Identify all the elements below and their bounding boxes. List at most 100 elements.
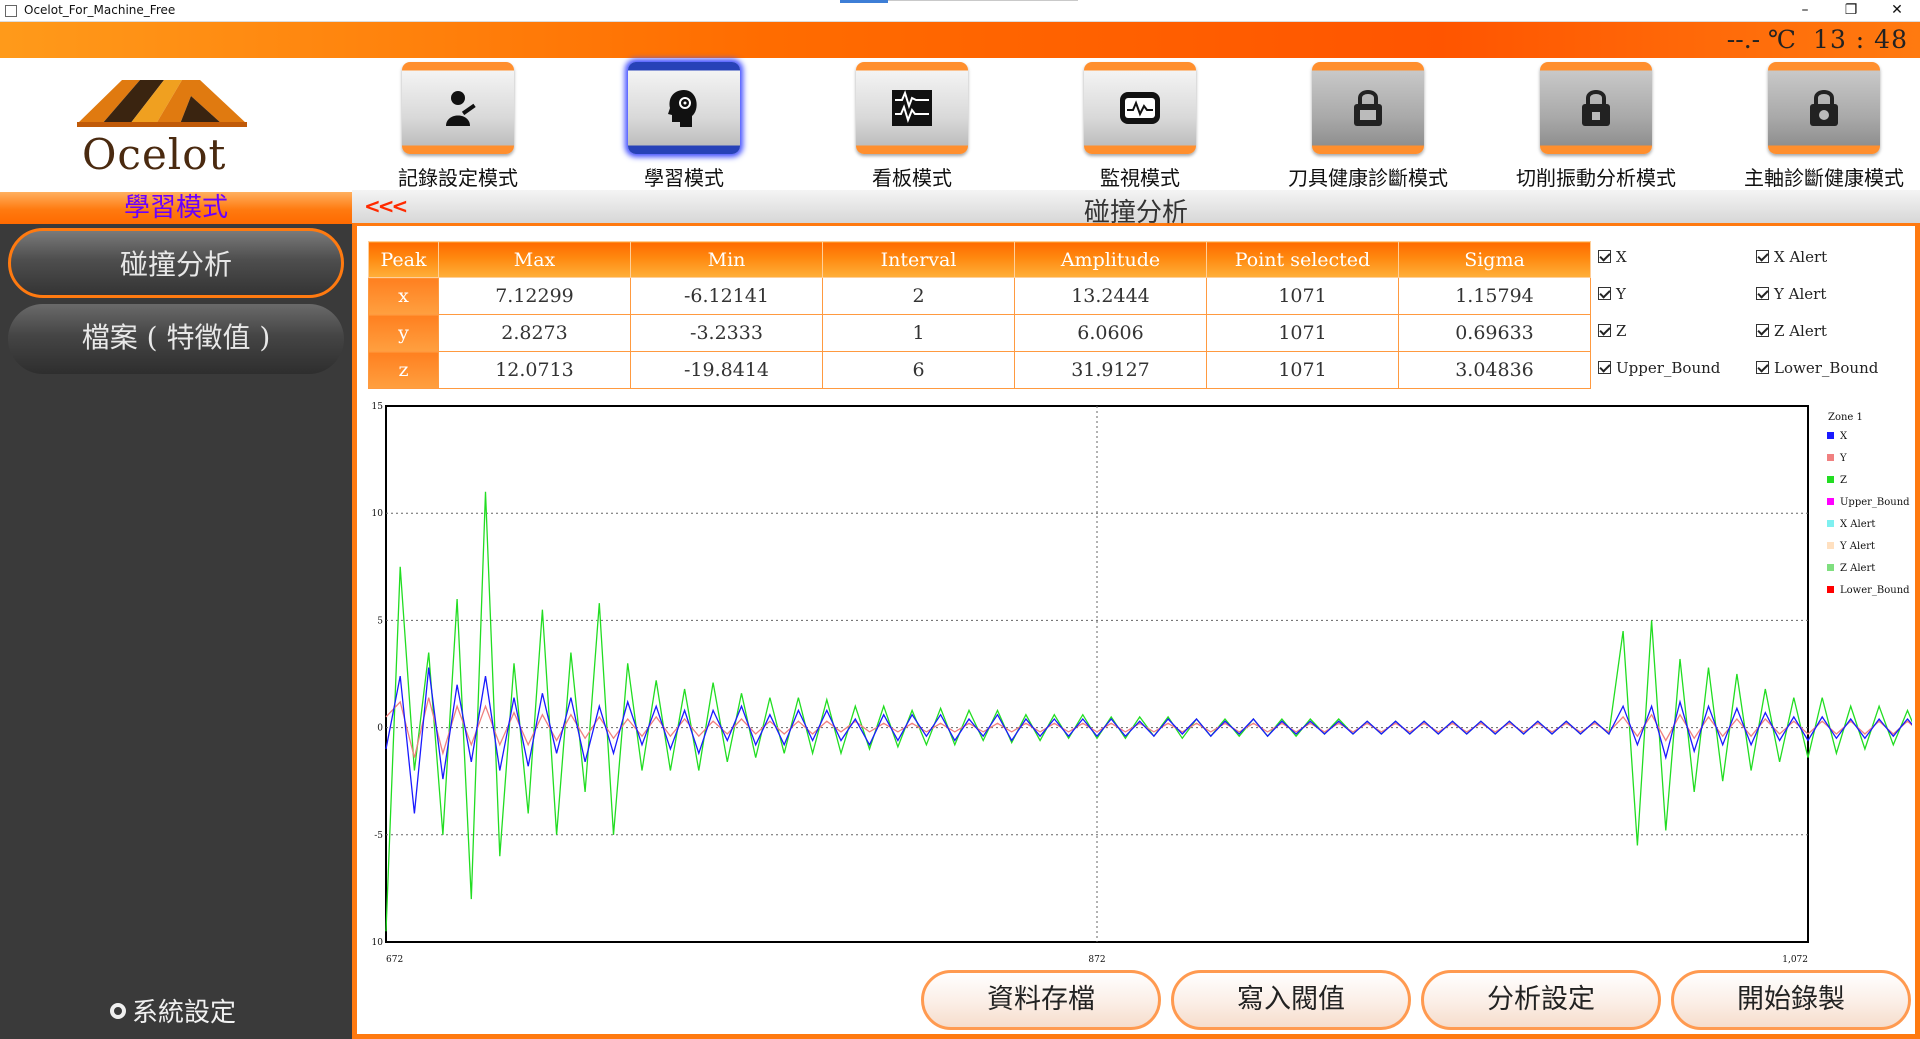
person-wrench-icon	[446, 91, 476, 126]
checkbox-upper-bound[interactable]: Upper_Bound	[1598, 359, 1720, 377]
legend-label: Z	[1840, 475, 1847, 486]
table-cell: -19.8414	[630, 351, 823, 389]
checkbox-x-alert[interactable]: X Alert	[1756, 248, 1827, 266]
table-cell: 1.15794	[1398, 277, 1591, 315]
mode-spindle-health[interactable]: 主軸診斷健康模式	[1726, 62, 1920, 191]
table-cell: 12.0713	[438, 351, 631, 389]
legend-swatch	[1827, 520, 1834, 527]
column-header: Sigma	[1398, 241, 1591, 278]
mode-monitor[interactable]: 監視模式	[1042, 62, 1238, 191]
table-cell: 2.8273	[438, 314, 631, 352]
left-sidebar: 碰撞分析 檔案 ( 特徵值 ) 系統設定	[0, 224, 352, 1039]
system-settings-button[interactable]: 系統設定	[110, 992, 236, 1029]
table-cell: 7.12299	[438, 277, 631, 315]
status-bar: --.- ℃ 13 : 48	[0, 22, 1920, 58]
x-tick-label: 872	[1088, 955, 1105, 965]
write-threshold-button[interactable]: 寫入閥值	[1171, 970, 1411, 1030]
checkbox-y[interactable]: Y	[1598, 285, 1626, 303]
checkbox-checked-icon	[1756, 361, 1769, 374]
active-mode-title: 學習模式	[123, 193, 228, 223]
checkbox-checked-icon	[1756, 324, 1769, 337]
mode-dashboard[interactable]: 看板模式	[814, 62, 1010, 191]
legend-label: Y Alert	[1839, 541, 1875, 552]
mode-learning[interactable]: 學習模式	[586, 62, 782, 191]
vibration-line-chart: 15 10 5 0 -5 -10672 872 1,072 Zone 1 XYZ Upper_Bou…	[372, 402, 1912, 965]
section-title: 碰撞分析	[1083, 198, 1188, 228]
gear-icon	[110, 1003, 126, 1019]
checkbox-z[interactable]: Z	[1598, 322, 1626, 340]
temperature-readout: --.- ℃	[1726, 25, 1796, 54]
table-cell: 1071	[1206, 277, 1399, 315]
mode-tool-health[interactable]: 刀具健康診斷模式	[1270, 62, 1466, 191]
x-tick-label: 1,072	[1782, 955, 1808, 965]
nav-feature-files[interactable]: 檔案 ( 特徵值 )	[8, 304, 344, 374]
checkbox-checked-icon	[1598, 361, 1611, 374]
checkbox-z-alert[interactable]: Z Alert	[1756, 322, 1827, 340]
tool-health-icon	[1354, 90, 1382, 126]
mode-vibration-analysis[interactable]: 切削振動分析模式	[1498, 62, 1694, 191]
legend-label: Y	[1839, 453, 1847, 464]
app-icon	[5, 5, 17, 17]
checkbox-checked-icon	[1756, 250, 1769, 263]
checkbox-x[interactable]: X	[1598, 248, 1627, 266]
table-cell: 3.04836	[1398, 351, 1591, 389]
legend-swatch	[1827, 454, 1834, 461]
mode-toolbar: 記錄設定模式 學習模式 看板模式 監視模式 刀具健康診斷模式 切削振動分析模式 …	[360, 62, 1920, 192]
legend-label: X	[1840, 431, 1848, 442]
y-tick-label: 15	[372, 402, 383, 412]
legend-swatch	[1827, 476, 1834, 483]
column-header: Amplitude	[1014, 241, 1207, 278]
minimize-button[interactable]: –	[1782, 0, 1828, 22]
close-button[interactable]: ✕	[1874, 0, 1920, 22]
table-cell: 6	[822, 351, 1015, 389]
table-row: x 7.12299 -6.12141 2 13.2444 1071 1.1579…	[368, 277, 1591, 315]
start-recording-button[interactable]: 開始錄製	[1671, 970, 1911, 1030]
mode-record-settings[interactable]: 記錄設定模式	[360, 62, 556, 191]
loading-track	[888, 0, 1078, 1]
row-axis-label: y	[368, 314, 439, 352]
row-axis-label: x	[368, 277, 439, 315]
table-cell: 6.0606	[1014, 314, 1207, 352]
roof-logo-icon	[77, 80, 247, 127]
legend-swatch	[1827, 432, 1834, 439]
checkbox-y-alert[interactable]: Y Alert	[1756, 285, 1826, 303]
table-cell: -6.12141	[630, 277, 823, 315]
table-cell: -3.2333	[630, 314, 823, 352]
y-tick-label: 5	[377, 616, 383, 626]
section-header: <<< 碰撞分析	[352, 190, 1920, 228]
table-cell: 2	[822, 277, 1015, 315]
spindle-health-icon	[1810, 90, 1838, 126]
peak-stats-table: Peak Max Min Interval Amplitude Point se…	[368, 241, 1591, 389]
table-cell: 0.69633	[1398, 314, 1591, 352]
checkbox-checked-icon	[1598, 324, 1611, 337]
table-cell: 31.9127	[1014, 351, 1207, 389]
window-title-bar: Ocelot_For_Machine_Free – ❐ ✕	[0, 0, 1920, 22]
legend-swatch	[1827, 498, 1834, 505]
nav-collision-analysis[interactable]: 碰撞分析	[8, 228, 344, 298]
y-tick-label: 0	[377, 724, 383, 734]
legend-label: Z Alert	[1840, 563, 1875, 574]
column-header: Min	[630, 241, 823, 278]
checkbox-lower-bound[interactable]: Lower_Bound	[1756, 359, 1878, 377]
window-title: Ocelot_For_Machine_Free	[24, 3, 176, 17]
column-header: Peak	[368, 241, 439, 278]
legend-label: Upper_Bound	[1840, 497, 1910, 508]
column-header: Interval	[822, 241, 1015, 278]
checkbox-checked-icon	[1598, 250, 1611, 263]
restore-button[interactable]: ❐	[1828, 0, 1874, 22]
legend-swatch	[1827, 564, 1834, 571]
column-header: Point selected	[1206, 241, 1399, 278]
table-row: z 12.0713 -19.8414 6 31.9127 1071 3.0483…	[368, 351, 1591, 389]
column-header: Max	[438, 241, 631, 278]
analysis-settings-button[interactable]: 分析設定	[1421, 970, 1661, 1030]
y-tick-label: -5	[374, 831, 383, 841]
save-data-button[interactable]: 資料存檔	[921, 970, 1161, 1030]
table-header-row: Peak Max Min Interval Amplitude Point se…	[368, 241, 1591, 278]
active-mode-header: 學習模式	[0, 192, 352, 224]
monitor-wave-icon	[1120, 92, 1160, 124]
checkbox-checked-icon	[1598, 287, 1611, 300]
y-tick-label: 10	[372, 509, 383, 519]
ocelot-logo: Ocelot	[72, 74, 252, 179]
table-cell: 13.2444	[1014, 277, 1207, 315]
table-row: y 2.8273 -3.2333 1 6.0606 1071 0.69633	[368, 314, 1591, 352]
